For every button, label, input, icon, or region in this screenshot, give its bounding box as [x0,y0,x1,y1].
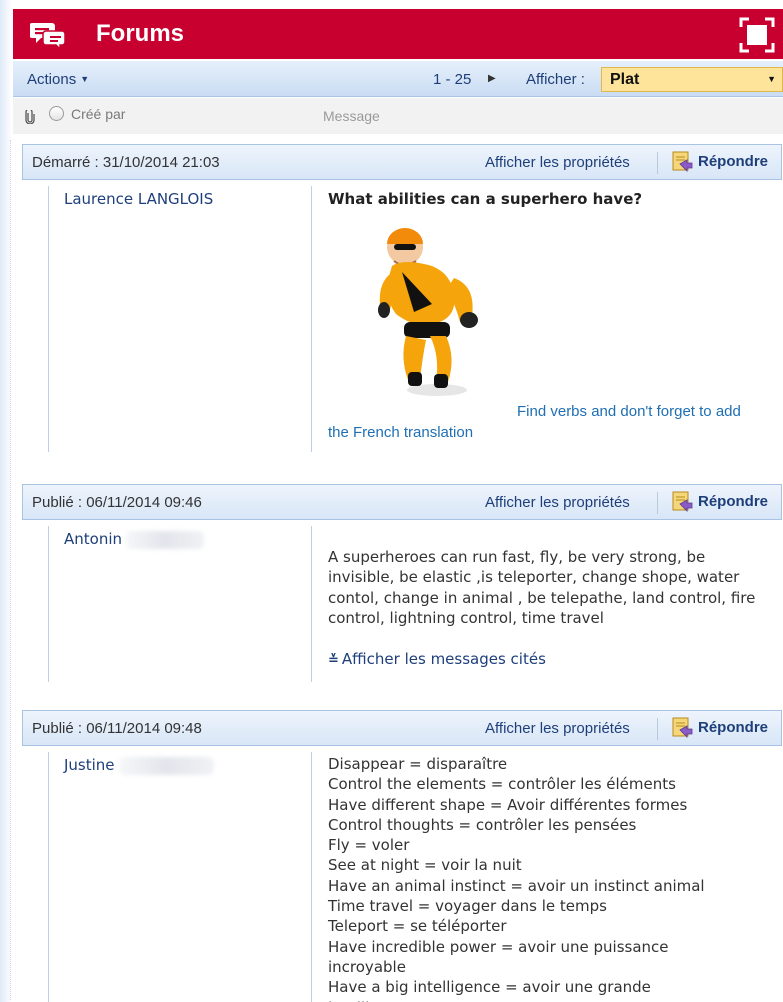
show-quoted-messages[interactable]: ≚ Afficher les messages cités [328,650,546,668]
forum-app: Forums Actions ▼ 1 - 25 ▶ Afficher : Plat… [13,0,783,1002]
view-label: Afficher : [526,71,585,88]
post: Publié : 06/11/2014 09:48 Afficher les p… [22,710,782,1002]
author-name-text: Antonin [64,530,123,548]
author-name[interactable]: Antonin [64,530,205,549]
column-message: Message [323,108,380,124]
author-name[interactable]: Justine [64,756,214,775]
show-quoted-label: Afficher les messages cités [341,650,546,668]
caret-down-icon: ▼ [767,74,776,84]
message-subject: What abilities can a superhero have? [328,189,773,209]
caret-down-icon: ▼ [80,74,90,84]
message-line: Teleport = se téléporter [328,917,507,936]
message-line: Time travel = voyager dans le temps [328,897,607,916]
actions-menu[interactable]: Actions ▼ [27,71,89,88]
properties-link[interactable]: Afficher les propriétés [485,494,630,511]
post-header: Publié : 06/11/2014 09:48 Afficher les p… [22,710,782,746]
actions-label: Actions [27,71,77,88]
reply-link[interactable]: Répondre [698,493,768,510]
message-line: Fly = voler [328,836,410,855]
post-link-line-2[interactable]: the French translation [328,422,773,443]
post-subject: What abilities can a superhero have? [328,190,643,208]
author-divider [48,526,49,682]
message-line: incroyable [328,957,406,976]
author-divider [48,752,49,1002]
view-select-value: Plat [610,71,640,88]
message-line: Have different shape = Avoir différentes… [328,795,688,814]
reply-icon[interactable] [670,716,694,740]
message-line: Control thoughts = contrôler les pensées [328,815,637,834]
forum-chat-icon [30,23,66,49]
redacted-surname [126,530,205,549]
title-bar: Forums [13,9,783,59]
message-line: Have incredible power = avoir une puissa… [328,937,669,956]
message-divider [311,526,312,682]
post-date: Publié : 06/11/2014 09:46 [32,494,202,511]
reply-icon[interactable] [670,150,694,174]
message-line: Disappear = disparaître [328,755,508,773]
paging-range: 1 - 25 [433,71,472,88]
author-name-text: Justine [64,756,115,774]
message-body: A superheroes can run fast, fly, be very… [328,548,756,627]
left-dotted-border [10,140,11,1000]
column-created-by[interactable]: Créé par [71,106,125,122]
post-link-text: Find verbs and don't forget to add the F… [328,401,773,443]
message-line: Have a big intelligence = avoir une gran… [328,978,651,997]
post-date: Démarré : 31/10/2014 21:03 [32,154,220,171]
divider [657,152,658,174]
post-header: Publié : 06/11/2014 09:46 Afficher les p… [22,484,782,520]
reply-icon[interactable] [670,490,694,514]
post: Démarré : 31/10/2014 21:03 Afficher les … [22,144,782,456]
divider [657,718,658,740]
paperclip-icon[interactable] [25,110,35,124]
post-link-line-1[interactable]: Find verbs and don't forget to add [328,401,773,422]
message-line: See at night = voir la nuit [328,856,522,875]
superhero-image [378,228,478,396]
redacted-surname [118,756,214,775]
properties-link[interactable]: Afficher les propriétés [485,154,630,171]
next-page-icon[interactable]: ▶ [488,73,496,84]
message-line: intelligence [328,998,773,1002]
double-chevron-down-icon: ≚ [328,653,339,668]
author-name[interactable]: Laurence LANGLOIS [64,190,213,208]
post-date: Publié : 06/11/2014 09:48 [32,720,202,737]
divider [657,492,658,514]
message-divider [311,752,312,1002]
post-header: Démarré : 31/10/2014 21:03 Afficher les … [22,144,782,180]
message-line: Control the elements = contrôler les élé… [328,775,676,794]
message-line: Have an animal instinct = avoir un insti… [328,876,705,895]
reply-link[interactable]: Répondre [698,153,768,170]
reply-link[interactable]: Répondre [698,719,768,736]
column-header: Créé par Message [13,98,783,134]
view-select[interactable]: Plat ▼ [601,67,783,92]
post: Publié : 06/11/2014 09:46 Afficher les p… [22,484,782,684]
page-title: Forums [96,20,185,47]
author-divider [48,186,49,452]
properties-link[interactable]: Afficher les propriétés [485,720,630,737]
message-body: Disappear = disparaître Control the elem… [328,754,773,1002]
maximize-icon[interactable] [739,17,775,53]
message-divider [311,186,312,452]
select-all-radio[interactable] [49,106,64,121]
